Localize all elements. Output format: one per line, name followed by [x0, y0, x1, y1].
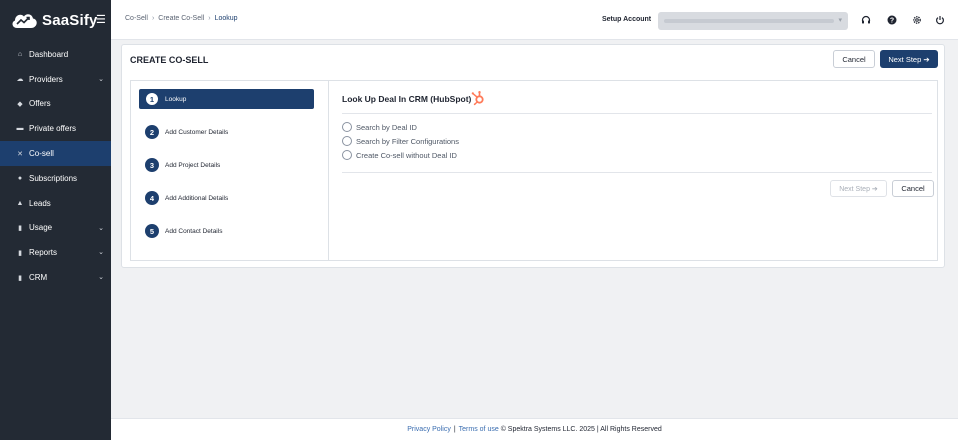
cloud-icon: ☁	[16, 76, 24, 84]
sidebar-item-private-offers[interactable]: ▬ Private offers	[0, 116, 111, 141]
breadcrumb-create-co-sell[interactable]: Create Co-Sell	[158, 15, 204, 22]
search-by-deal-id-option[interactable]: Search by Deal ID	[342, 122, 417, 132]
co-sell-icon: ✕	[17, 150, 23, 158]
subscriptions-icon: ●	[17, 174, 23, 182]
line-chart-icon: ▮	[18, 249, 22, 257]
cloud-logo-icon	[12, 14, 37, 28]
users-icon: ▲	[16, 199, 24, 207]
wizard-panel: 1 Lookup 2 Add Customer Details 3 Add Project…	[130, 80, 938, 261]
sidebar-item-label: Co-sell	[29, 149, 54, 159]
hubspot-logo-icon	[471, 91, 484, 106]
privacy-policy-link[interactable]: Privacy Policy	[407, 426, 451, 433]
account-select[interactable]: ▾	[658, 12, 848, 30]
chevron-down-icon[interactable]: ⌄	[98, 273, 104, 281]
crm-icon: ▮	[18, 274, 22, 282]
step-label: Add Project Details	[165, 161, 221, 169]
cancel-button[interactable]: Cancel	[892, 180, 934, 197]
wizard-step-4[interactable]: 4 Add Additional Details	[139, 188, 314, 208]
step-label: Add Additional Details	[165, 194, 229, 202]
sidebar-item-label: CRM	[29, 273, 48, 283]
wizard-step-5[interactable]: 5 Add Contact Details	[139, 221, 314, 241]
account-select-value	[664, 19, 834, 23]
sidebar-item-crm[interactable]: ▮ CRM ⌄	[0, 265, 111, 290]
radio-label: Create Co-sell without Deal ID	[356, 150, 457, 160]
step-label: Lookup	[165, 95, 187, 103]
sidebar-item-label: Private offers	[29, 124, 76, 134]
sidebar-item-label: Dashboard	[29, 49, 69, 59]
step-label: Add Contact Details	[165, 227, 223, 235]
footer: Privacy Policy | Terms of use © Spektra Sy…	[111, 418, 958, 440]
wizard-step-1[interactable]: 1 Lookup	[139, 89, 314, 109]
sidebar-item-providers[interactable]: ☁ Providers ⌄	[0, 67, 111, 92]
step-number-badge: 3	[145, 158, 159, 172]
chevron-down-icon[interactable]: ⌄	[98, 248, 104, 256]
help-icon[interactable]: ?	[886, 15, 898, 27]
radio-label: Search by Deal ID	[356, 122, 417, 132]
headset-icon[interactable]	[860, 15, 872, 27]
radio-button[interactable]	[342, 122, 352, 132]
settings-icon[interactable]	[911, 15, 923, 27]
breadcrumb-separator-icon: ›	[151, 15, 155, 22]
next-step-button-disabled[interactable]: Next Step ➔	[830, 180, 887, 197]
sidebar-item-offers[interactable]: ◆ Offers	[0, 92, 111, 117]
sidebar-item-co-sell[interactable]: ✕ Co-sell	[0, 141, 111, 166]
radio-label: Search by Filter Configurations	[356, 136, 459, 146]
sidebar-item-leads[interactable]: ▲ Leads	[0, 191, 111, 216]
wizard-steps: 1 Lookup 2 Add Customer Details 3 Add Project…	[131, 81, 329, 260]
bar-chart-icon: ▮	[18, 224, 22, 232]
cancel-button[interactable]: Cancel	[833, 50, 875, 68]
sidebar-item-label: Providers	[29, 74, 63, 84]
footer-separator: |	[453, 426, 456, 433]
hamburger-menu-icon[interactable]: ☰	[96, 13, 106, 26]
setup-account-label: Setup Account	[602, 16, 652, 23]
step-number-badge: 2	[145, 125, 159, 139]
breadcrumb-lookup: Lookup	[214, 15, 238, 22]
tag-icon: ◆	[17, 100, 23, 108]
next-step-button[interactable]: Next Step ➔	[880, 50, 938, 68]
home-icon: ⌂	[17, 50, 23, 58]
page-title: CREATE CO-SELL	[130, 55, 209, 65]
chevron-down-icon[interactable]: ⌄	[98, 75, 104, 83]
handshake-icon: ▬	[16, 125, 24, 133]
sidebar-item-label: Subscriptions	[29, 173, 78, 183]
breadcrumb-co-sell[interactable]: Co-Sell	[125, 15, 148, 22]
search-by-filter-configurations-option[interactable]: Search by Filter Configurations	[342, 136, 459, 146]
sidebar-nav: ⌂ Dashboard ☁ Providers ⌄ ◆ Offers ▬ Private off…	[0, 42, 111, 290]
sidebar-item-reports[interactable]: ▮ Reports ⌄	[0, 240, 111, 265]
lookup-title: Look Up Deal In CRM (HubSpot)	[342, 94, 472, 104]
power-icon[interactable]	[934, 15, 946, 27]
divider	[342, 172, 932, 173]
wizard-step-3[interactable]: 3 Add Project Details	[139, 155, 314, 175]
terms-of-use-link[interactable]: Terms of use	[459, 426, 499, 433]
sidebar-item-subscriptions[interactable]: ● Subscriptions	[0, 166, 111, 191]
sidebar-item-label: Offers	[29, 99, 51, 109]
step-label: Add Customer Details	[165, 128, 229, 136]
divider	[342, 113, 932, 114]
create-without-deal-id-option[interactable]: Create Co-sell without Deal ID	[342, 150, 457, 160]
sidebar-item-label: Leads	[29, 198, 51, 208]
step-number-badge: 5	[145, 224, 159, 238]
radio-button[interactable]	[342, 150, 352, 160]
top-bar: Co-Sell › Create Co-Sell › Lookup Setup Acco…	[111, 0, 958, 40]
svg-text:?: ?	[890, 18, 894, 25]
step-number-badge: 1	[145, 92, 159, 106]
sidebar-item-label: Usage	[29, 223, 53, 233]
radio-button[interactable]	[342, 136, 352, 146]
sidebar-item-usage[interactable]: ▮ Usage ⌄	[0, 216, 111, 241]
wizard-step-2[interactable]: 2 Add Customer Details	[139, 122, 314, 142]
breadcrumb-separator-icon: ›	[208, 15, 211, 22]
app-name: SaaSify	[42, 11, 98, 29]
chevron-down-icon[interactable]: ⌄	[98, 224, 104, 232]
app-logo[interactable]: SaaSify	[0, 0, 111, 40]
sidebar-item-dashboard[interactable]: ⌂ Dashboard	[0, 42, 111, 67]
create-co-sell-card: CREATE CO-SELL Cancel Next Step ➔ 1 Looku…	[121, 44, 945, 268]
breadcrumb: Co-Sell › Create Co-Sell › Lookup	[125, 15, 238, 22]
copyright-text: © Spektra Systems LLC. 2025 | All Rights…	[500, 426, 662, 433]
sidebar-item-label: Reports	[29, 248, 58, 258]
chevron-down-icon: ▾	[838, 17, 842, 24]
step-number-badge: 4	[145, 191, 159, 205]
sidebar: SaaSify ☰ ⌂ Dashboard ☁ Providers ⌄ ◆ Offers ▬ P…	[0, 0, 111, 440]
